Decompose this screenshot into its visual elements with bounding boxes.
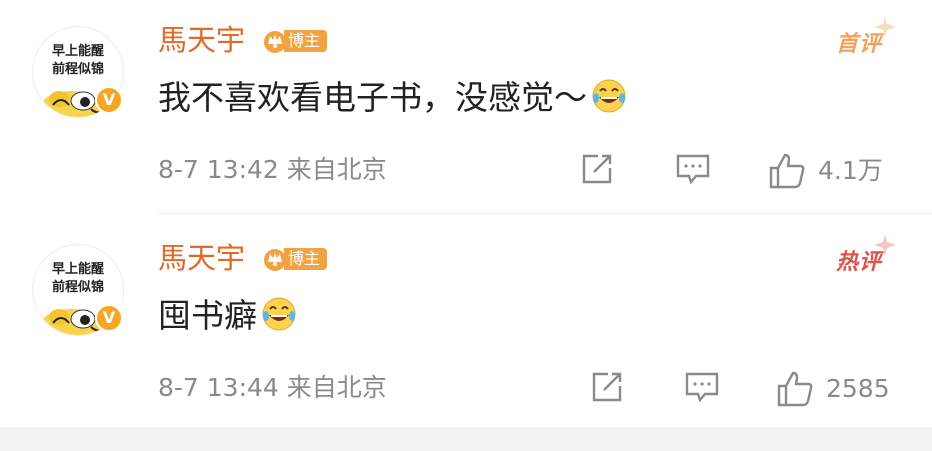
like-icon xyxy=(769,153,805,189)
comment-item: 早上能醒 前程似锦 V 馬天宇 博主 首评 我不喜欢看电子书，没感觉～ 8-7 … xyxy=(0,0,932,214)
like-icon xyxy=(777,371,813,407)
comment-meta: 8-7 13:44 来自北京 xyxy=(158,373,387,402)
blogger-badge: 博主 xyxy=(262,245,328,273)
comment-button[interactable] xyxy=(675,152,711,186)
like-count: 2585 xyxy=(826,374,890,403)
share-icon xyxy=(582,154,612,184)
comment-meta: 8-7 13:42 来自北京 xyxy=(158,155,387,184)
blogger-badge: 博主 xyxy=(262,27,328,55)
like-button[interactable]: 4.1万 xyxy=(768,152,883,190)
comment-item: 早上能醒 前程似锦 V 馬天宇 博主 热评 囤书癖 8-7 13:44 来自北京… xyxy=(0,218,932,428)
verified-badge-icon: V xyxy=(95,304,123,332)
comment-text: 囤书癖 xyxy=(158,292,297,340)
comment-icon xyxy=(685,372,719,403)
comment-icon xyxy=(676,154,710,185)
laugh-cry-emoji-icon xyxy=(262,297,296,331)
comment-button[interactable] xyxy=(684,370,720,404)
share-button[interactable] xyxy=(580,152,614,186)
username[interactable]: 馬天宇 xyxy=(158,238,245,278)
like-count: 4.1万 xyxy=(818,156,883,185)
sparkle-icon xyxy=(874,234,896,256)
sparkle-icon xyxy=(874,16,896,38)
bottom-strip xyxy=(0,427,932,451)
username[interactable]: 馬天宇 xyxy=(158,20,245,60)
laugh-cry-emoji-icon xyxy=(592,79,626,113)
share-button[interactable] xyxy=(590,370,624,404)
like-button[interactable]: 2585 xyxy=(776,370,890,408)
comment-text: 我不喜欢看电子书，没感觉～ xyxy=(158,74,627,122)
divider xyxy=(158,213,932,214)
share-icon xyxy=(592,372,622,402)
verified-badge-icon: V xyxy=(95,86,123,114)
